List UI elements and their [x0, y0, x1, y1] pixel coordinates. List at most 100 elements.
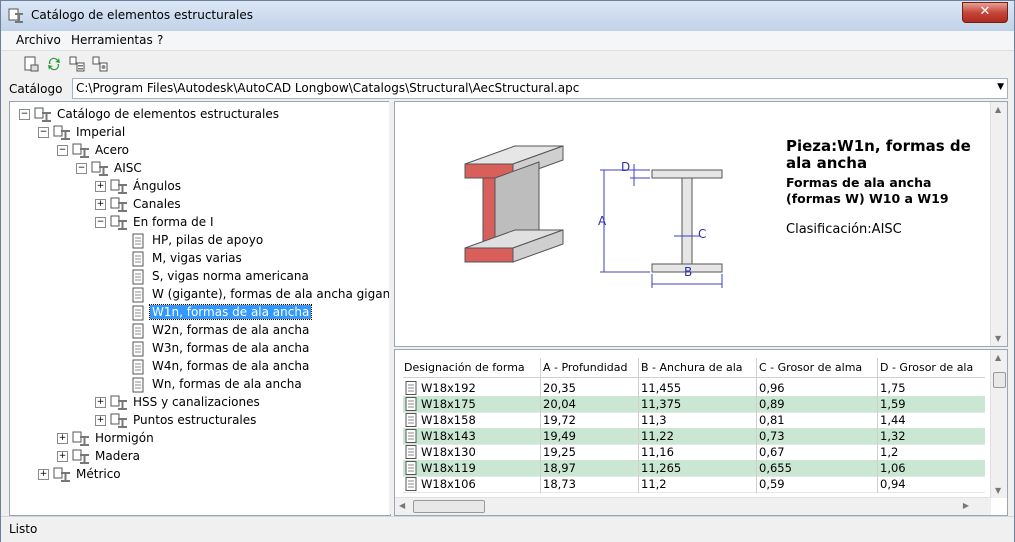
tree-item-label: HSS y canalizaciones [133, 395, 260, 409]
tree-item[interactable]: W1n, formas de ala ancha [129, 303, 313, 321]
catalog-path-combo[interactable]: C:\Program Files\Autodesk\AutoCAD Longbo… [72, 78, 1008, 99]
document-icon [132, 251, 144, 266]
preview-vertical-scrollbar[interactable]: ▲ ▼ [990, 102, 1007, 346]
catalog-folder-icon [110, 197, 127, 212]
column-header-web-thickness[interactable]: C - Grosor de alma [759, 361, 862, 374]
table-row[interactable]: W18x130 19,25 11,16 0,67 1,2 [403, 444, 985, 461]
tree-item[interactable]: S, vigas norma americana [129, 267, 311, 285]
tree-item-label: Imperial [76, 125, 126, 139]
tree-item-label: Catálogo de elementos estructurales [57, 107, 279, 121]
catalog-folder-icon [53, 125, 70, 140]
catalog-folder-icon [72, 449, 89, 464]
table-cell: 0,655 [759, 461, 792, 475]
tree-expander[interactable]: − [19, 109, 30, 120]
tree-item-label: Puntos estructurales [133, 413, 257, 427]
dim-d-label: D [621, 160, 631, 174]
tree-item[interactable]: Catálogo de elementos estructurales [34, 105, 281, 123]
table-cell: 0,81 [759, 413, 785, 427]
tree-item[interactable]: W2n, formas de ala ancha [129, 321, 311, 339]
tree-item-label: W2n, formas de ala ancha [152, 323, 310, 337]
column-header-designation[interactable]: Designación de forma [404, 361, 525, 374]
tree-item[interactable]: AISC [91, 159, 144, 177]
tree-expander[interactable]: − [76, 163, 87, 174]
document-icon [132, 323, 144, 338]
table-row[interactable]: W18x158 19,72 11,3 0,81 1,44 [403, 412, 985, 429]
table-cell: W18x130 [421, 445, 476, 459]
tree-item[interactable]: Madera [72, 447, 142, 465]
tree-item[interactable]: Puntos estructurales [110, 411, 258, 429]
table-horizontal-scrollbar[interactable]: ◀ ▶ [395, 497, 991, 515]
close-button[interactable]: ✕ [962, 2, 1008, 23]
catalog-label: Catálogo [9, 82, 63, 96]
tree-item[interactable]: Imperial [53, 123, 127, 141]
tree-item[interactable]: Acero [72, 141, 131, 159]
document-icon [132, 377, 144, 392]
catalog-settings-icon[interactable] [91, 55, 109, 73]
table-row[interactable]: W18x192 20,35 11,455 0,96 1,75 [403, 380, 985, 397]
tree-expander[interactable]: + [95, 181, 106, 192]
catalog-folder-icon [110, 215, 127, 230]
tree-expander[interactable]: + [95, 397, 106, 408]
table-cell: 1,06 [880, 461, 906, 475]
table-cell: 20,04 [543, 397, 576, 411]
table-cell: W18x175 [421, 397, 476, 411]
tree-item[interactable]: M, vigas varias [129, 249, 244, 267]
catalog-folder-icon [72, 143, 89, 158]
tree-expander[interactable]: + [95, 199, 106, 210]
catalog-tree-icon[interactable] [68, 55, 86, 73]
tree-item[interactable]: Wn, formas de ala ancha [129, 375, 304, 393]
document-icon [405, 397, 417, 411]
tree-expander[interactable]: − [95, 217, 106, 228]
table-scroll-thumb[interactable] [993, 372, 1006, 388]
tree-item-label: Hormigón [95, 431, 154, 445]
column-header-depth[interactable]: A - Profundidad [543, 361, 628, 374]
catalog-tree[interactable]: − Catálogo de elementos estructurales − Imp… [9, 101, 391, 516]
table-row[interactable]: W18x119 18,97 11,265 0,655 1,06 [403, 460, 985, 477]
tree-expander[interactable]: − [57, 145, 68, 156]
tree-item[interactable]: Canales [110, 195, 183, 213]
window-title: Catálogo de elementos estructurales [31, 8, 253, 22]
i-beam-3d-illustration [464, 145, 564, 263]
table-row[interactable]: W18x175 20,04 11,375 0,89 1,59 [403, 396, 985, 413]
tree-expander[interactable]: − [38, 127, 49, 138]
tree-item[interactable]: Hormigón [72, 429, 156, 447]
menu-help[interactable]: ? [157, 33, 163, 47]
tree-item[interactable]: En forma de I [110, 213, 216, 231]
tree-item[interactable]: Métrico [53, 465, 123, 483]
table-cell: 11,375 [641, 397, 682, 411]
tree-expander[interactable]: + [95, 415, 106, 426]
refresh-icon[interactable] [45, 55, 63, 73]
menu-archivo[interactable]: Archivo [16, 33, 61, 47]
table-hscroll-thumb[interactable] [413, 500, 485, 513]
tree-item[interactable]: W3n, formas de ala ancha [129, 339, 311, 357]
column-header-flange-width[interactable]: B - Anchura de ala [641, 361, 743, 374]
table-cell: 11,265 [641, 461, 682, 475]
document-icon [405, 413, 417, 427]
table-cell: 0,67 [759, 445, 785, 459]
menu-herramientas[interactable]: Herramientas [71, 33, 153, 47]
tree-expander[interactable]: + [57, 433, 68, 444]
tree-item-label: W3n, formas de ala ancha [152, 341, 310, 355]
tree-expander[interactable]: + [57, 451, 68, 462]
tree-item-label: W (gigante), formas de ala ancha gigante… [152, 287, 391, 301]
tree-item[interactable]: HSS y canalizaciones [110, 393, 262, 411]
table-row[interactable]: W18x143 19,49 11,22 0,73 1,32 [403, 428, 985, 445]
catalog-folder-icon [110, 413, 127, 428]
tree-item[interactable]: W4n, formas de ala ancha [129, 357, 311, 375]
table-row[interactable]: W18x106 18,73 11,2 0,59 0,94 [403, 476, 985, 493]
title-bar[interactable]: Catálogo de elementos estructurales ✕ [1, 1, 1014, 31]
tree-item[interactable]: W (gigante), formas de ala ancha gigante… [129, 285, 391, 303]
tree-item-label: Acero [95, 143, 129, 157]
chevron-down-icon[interactable]: ▼ [997, 82, 1004, 92]
column-header-flange-thickness[interactable]: D - Grosor de ala [880, 361, 973, 374]
table-cell: 1,2 [880, 445, 899, 459]
table-cell: 11,2 [641, 477, 667, 491]
tree-expander[interactable]: + [38, 469, 49, 480]
tree-item[interactable]: Ángulos [110, 177, 183, 195]
tree-item[interactable]: HP, pilas de apoyo [129, 231, 265, 249]
new-catalog-icon[interactable] [22, 55, 40, 73]
piece-subtitle: Formas de ala ancha (formas W) W10 a W19 [786, 175, 949, 206]
tree-item-label: W1n, formas de ala ancha [148, 304, 313, 320]
tree-item-label: HP, pilas de apoyo [152, 233, 264, 247]
table-vertical-scrollbar[interactable]: ▲ ▼ [990, 350, 1007, 498]
